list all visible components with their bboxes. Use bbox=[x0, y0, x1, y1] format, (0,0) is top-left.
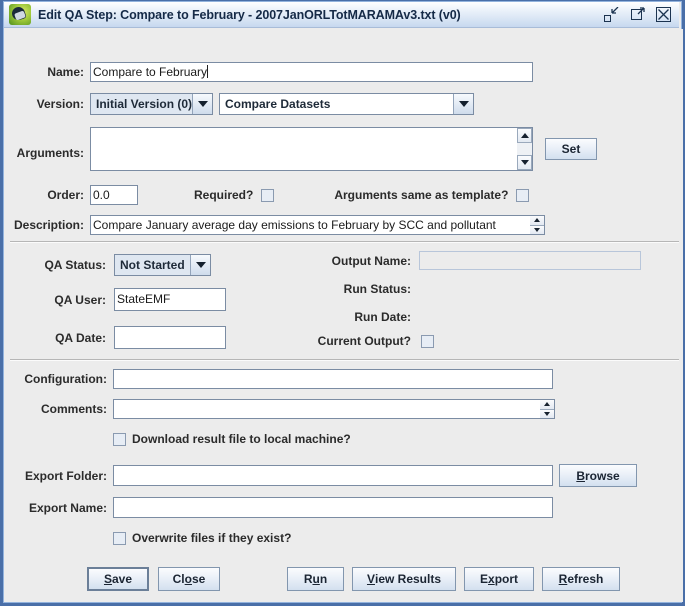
version-label: Version: bbox=[36, 97, 84, 111]
spinner-up-icon[interactable] bbox=[540, 400, 554, 410]
required-checkbox[interactable] bbox=[261, 188, 275, 202]
section-divider-top bbox=[10, 241, 679, 242]
export-button[interactable]: Ex port bbox=[464, 567, 534, 591]
run-date-row: Run Date: bbox=[306, 310, 419, 324]
configuration-label: Configuration: bbox=[24, 372, 107, 386]
args-same-as-template-label: Arguments same as template? bbox=[334, 188, 509, 202]
description-spinner[interactable] bbox=[530, 215, 545, 235]
version-dropdown[interactable]: Initial Version (0) bbox=[90, 93, 213, 115]
download-result-row[interactable]: Download result file to local machine? bbox=[113, 432, 351, 446]
scroll-up-icon[interactable] bbox=[517, 128, 532, 143]
output-name-input bbox=[419, 251, 641, 270]
order-label: Order: bbox=[47, 188, 84, 202]
arguments-label: Arguments: bbox=[16, 146, 84, 160]
overwrite-checkbox[interactable] bbox=[113, 531, 126, 545]
order-input[interactable]: 0.0 bbox=[90, 185, 138, 205]
program-dropdown[interactable]: Compare Datasets bbox=[219, 93, 474, 115]
close-icon[interactable] bbox=[656, 7, 671, 22]
run-button[interactable]: Run bbox=[287, 567, 344, 591]
arguments-scrollbar[interactable] bbox=[517, 127, 533, 171]
set-arguments-button[interactable]: Set bbox=[545, 138, 597, 160]
export-name-label: Export Name: bbox=[28, 500, 107, 515]
chevron-down-icon[interactable] bbox=[453, 94, 473, 114]
name-row: Name: Compare to February bbox=[6, 62, 536, 82]
required-label: Required? bbox=[194, 188, 254, 202]
comments-label: Comments: bbox=[40, 402, 107, 416]
overwrite-row[interactable]: Overwrite files if they exist? bbox=[113, 531, 291, 545]
qa-user-input[interactable]: StateEMF bbox=[114, 288, 226, 311]
qa-status-row: QA Status: Not Started bbox=[6, 254, 211, 276]
output-name-row: Output Name: bbox=[306, 251, 641, 270]
current-output-checkbox[interactable] bbox=[421, 334, 434, 348]
qa-user-row: QA User: StateEMF bbox=[6, 288, 226, 311]
args-same-as-template-checkbox[interactable] bbox=[516, 188, 530, 202]
comments-scrollpane bbox=[113, 399, 555, 419]
program-value: Compare Datasets bbox=[220, 94, 453, 114]
name-label: Name: bbox=[47, 65, 84, 79]
arguments-scrollpane bbox=[90, 127, 533, 171]
run-date-label: Run Date: bbox=[354, 310, 411, 324]
export-name-input[interactable] bbox=[113, 497, 553, 518]
description-label: Description: bbox=[13, 218, 84, 232]
version-row: Version: Initial Version (0) Compare Dat… bbox=[6, 93, 566, 115]
maximize-icon[interactable] bbox=[630, 7, 645, 22]
comments-row: Comments: bbox=[6, 399, 555, 419]
browse-label-rest: rowse bbox=[584, 468, 620, 483]
export-name-row: Export Name: bbox=[6, 497, 553, 518]
run-status-row: Run Status: bbox=[306, 282, 419, 296]
description-row: Description: Compare January average day… bbox=[6, 215, 566, 235]
qa-status-label: QA Status: bbox=[44, 258, 106, 272]
configuration-input[interactable] bbox=[113, 369, 553, 389]
scroll-down-icon[interactable] bbox=[517, 155, 532, 170]
minimize-icon[interactable] bbox=[604, 7, 619, 22]
chevron-down-icon[interactable] bbox=[192, 94, 212, 114]
export-folder-row: Export Folder: Browse bbox=[6, 464, 637, 487]
qa-date-label: QA Date: bbox=[55, 330, 106, 345]
output-name-label: Output Name: bbox=[331, 253, 411, 268]
overwrite-label: Overwrite files if they exist? bbox=[132, 531, 292, 545]
browse-button[interactable]: Browse bbox=[559, 464, 637, 487]
name-input[interactable]: Compare to February bbox=[90, 62, 533, 82]
configuration-row: Configuration: bbox=[6, 369, 553, 389]
window-title: Edit QA Step: Compare to February - 2007… bbox=[38, 7, 461, 22]
arguments-row: Arguments: Set bbox=[6, 127, 606, 171]
download-result-checkbox[interactable] bbox=[113, 432, 126, 446]
section-divider-bottom bbox=[10, 359, 679, 360]
export-folder-label: Export Folder: bbox=[24, 468, 107, 483]
description-input[interactable]: Compare January average day emissions to… bbox=[90, 215, 530, 235]
download-result-label: Download result file to local machine? bbox=[132, 432, 351, 446]
qa-status-value: Not Started bbox=[115, 255, 190, 275]
qa-user-label: QA User: bbox=[54, 292, 106, 307]
view-results-button[interactable]: View Results bbox=[352, 567, 456, 591]
arguments-input[interactable] bbox=[90, 127, 517, 171]
qa-status-dropdown[interactable]: Not Started bbox=[114, 254, 211, 276]
application-icon bbox=[9, 4, 31, 25]
run-status-label: Run Status: bbox=[343, 282, 411, 296]
description-scrollpane: Compare January average day emissions to… bbox=[90, 215, 545, 235]
refresh-button[interactable]: Refresh bbox=[542, 567, 620, 591]
export-folder-input[interactable] bbox=[113, 465, 553, 486]
spinner-up-icon[interactable] bbox=[530, 216, 544, 226]
spinner-down-icon[interactable] bbox=[540, 409, 554, 418]
order-row: Order: 0.0 Required? Arguments same as t… bbox=[6, 185, 606, 205]
scroll-track[interactable] bbox=[517, 143, 532, 155]
qa-date-row: QA Date: bbox=[6, 326, 226, 349]
close-button[interactable]: Cl o se bbox=[158, 567, 220, 591]
title-bar[interactable]: Edit QA Step: Compare to February - 2007… bbox=[4, 2, 679, 28]
window-controls bbox=[604, 7, 671, 22]
window-content: Name: Compare to February Version: Initi… bbox=[6, 29, 683, 602]
qa-step-window: Edit QA Step: Compare to February - 2007… bbox=[0, 0, 685, 606]
comments-spinner[interactable] bbox=[540, 399, 555, 419]
current-output-label: Current Output? bbox=[317, 334, 411, 348]
save-button[interactable]: Save bbox=[87, 567, 149, 591]
chevron-down-icon[interactable] bbox=[190, 255, 210, 275]
action-bar: Save Cl o se Run View Results Ex port Refre… bbox=[87, 567, 620, 591]
current-output-row: Current Output? bbox=[306, 334, 434, 348]
comments-input[interactable] bbox=[113, 399, 540, 419]
qa-date-input[interactable] bbox=[114, 326, 226, 349]
spinner-down-icon[interactable] bbox=[530, 225, 544, 234]
version-value: Initial Version (0) bbox=[91, 94, 193, 114]
